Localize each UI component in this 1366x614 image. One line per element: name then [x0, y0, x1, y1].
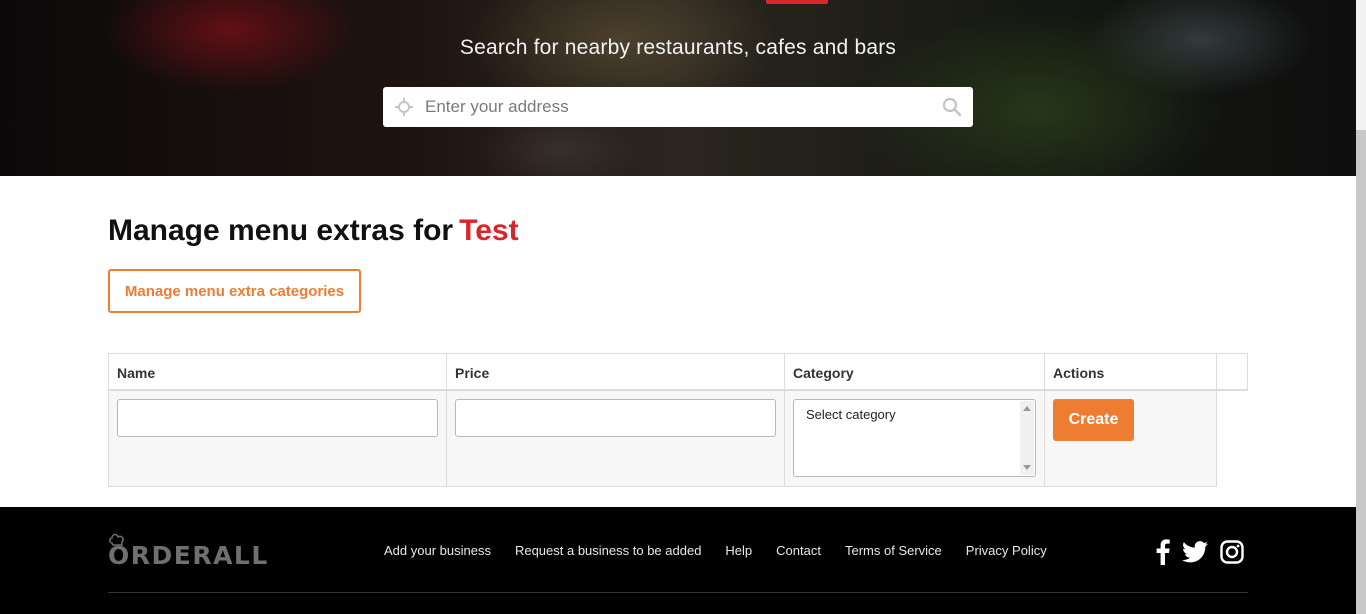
social-links: [1156, 539, 1244, 565]
footer-link-help[interactable]: Help: [725, 543, 752, 558]
address-search-box: [383, 87, 973, 127]
hero-red-tag: [766, 0, 828, 4]
page-scrollbar-thumb[interactable]: [1356, 130, 1366, 614]
instagram-icon[interactable]: [1220, 539, 1244, 565]
column-header-name: Name: [109, 354, 447, 389]
footer-link-terms[interactable]: Terms of Service: [845, 543, 942, 558]
actions-cell: Create: [1045, 391, 1216, 486]
orderall-logo[interactable]: ORDERALL: [108, 533, 269, 570]
locate-crosshair-icon[interactable]: [383, 87, 425, 127]
twitter-icon[interactable]: [1182, 539, 1208, 565]
restaurant-name: Test: [459, 214, 519, 247]
category-cell: Select category: [785, 391, 1045, 486]
footer: ORDERALL Add your business Request a bus…: [0, 507, 1356, 614]
footer-nav: Add your business Request a business to …: [384, 543, 1047, 558]
column-header-actions: Actions: [1045, 354, 1217, 389]
logo-text: ORDERALL: [108, 541, 269, 570]
page-title-prefix: Manage menu extras for: [108, 214, 454, 247]
new-extra-row: Select category Create: [108, 391, 1217, 487]
footer-divider: [108, 592, 1248, 593]
hero-title: Search for nearby restaurants, cafes and…: [459, 36, 897, 59]
chef-hat-icon: [108, 533, 126, 552]
column-header-spacer: [1217, 354, 1247, 389]
create-button[interactable]: Create: [1053, 399, 1134, 441]
facebook-icon[interactable]: [1156, 539, 1170, 565]
column-header-price: Price: [447, 354, 785, 389]
footer-link-contact[interactable]: Contact: [776, 543, 821, 558]
search-icon[interactable]: [931, 87, 973, 127]
address-search-input[interactable]: [425, 88, 931, 126]
extra-price-input[interactable]: [455, 399, 776, 437]
listbox-scrollbar[interactable]: [1020, 401, 1034, 475]
menu-extras-table: Name Price Category Actions Select categ…: [108, 353, 1248, 487]
scroll-down-arrow-icon[interactable]: [1023, 465, 1031, 470]
footer-link-privacy[interactable]: Privacy Policy: [966, 543, 1047, 558]
column-header-category: Category: [785, 354, 1045, 389]
table-header-row: Name Price Category Actions: [108, 353, 1248, 391]
footer-link-request-business[interactable]: Request a business to be added: [515, 543, 701, 558]
hero-banner: Search for nearby restaurants, cafes and…: [0, 0, 1356, 176]
manage-extra-categories-button[interactable]: Manage menu extra categories: [108, 269, 361, 313]
category-option[interactable]: Select category: [806, 407, 896, 422]
name-cell: [109, 391, 447, 486]
page-title: Manage menu extras for Test: [108, 214, 519, 248]
category-listbox[interactable]: Select category: [793, 399, 1036, 477]
price-cell: [447, 391, 785, 486]
footer-link-add-business[interactable]: Add your business: [384, 543, 491, 558]
page-scrollbar[interactable]: [1356, 0, 1366, 614]
extra-name-input[interactable]: [117, 399, 438, 437]
scroll-up-arrow-icon[interactable]: [1023, 406, 1031, 411]
